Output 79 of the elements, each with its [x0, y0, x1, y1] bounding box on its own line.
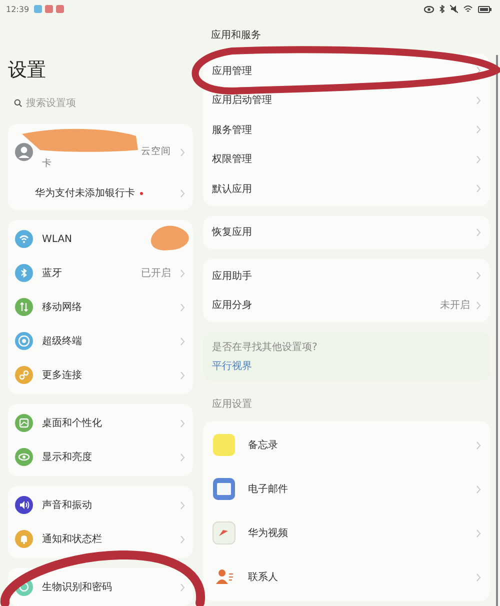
settings-item[interactable]: 应用助手 [203, 261, 490, 290]
chevron-icon [180, 148, 185, 156]
chevron-icon [180, 188, 185, 198]
section-title: 应用和服务 [210, 28, 262, 43]
chevron-icon [180, 452, 185, 462]
account-text: 卡 [42, 158, 52, 170]
page-title: 设置 [8, 58, 47, 82]
memo-icon [212, 433, 236, 457]
suggestion-link[interactable]: 平行视界 [212, 359, 252, 373]
eye-icon [424, 6, 434, 12]
suggestion-text: 是否在寻找其他设置项? [212, 340, 318, 354]
chevron-icon [180, 418, 185, 428]
scrollbar[interactable] [496, 55, 498, 606]
search-field[interactable]: 搜索设置项 [26, 98, 176, 108]
bluetooth-icon [439, 5, 445, 13]
chevron-icon [476, 440, 481, 450]
status-text: 未开启 [440, 298, 470, 312]
link-icon [15, 366, 33, 384]
search-icon [14, 99, 22, 107]
settings-item[interactable]: 显示和亮度 [8, 440, 193, 474]
eye-icon [15, 448, 33, 466]
chevron-icon [180, 336, 185, 346]
bell-icon [15, 530, 33, 548]
chevron-icon [180, 370, 185, 380]
settings-item[interactable]: 华为支付未添加银行卡 [8, 178, 193, 208]
avatar-icon [15, 143, 33, 161]
chevron-icon [476, 96, 481, 105]
chevron-icon [476, 66, 481, 76]
wifi-icon [463, 5, 473, 13]
arrows-icon [15, 298, 33, 316]
settings-item[interactable]: 权限管理 [203, 144, 490, 174]
settings-item[interactable]: 蓝牙 已开启 [8, 256, 193, 290]
settings-item[interactable]: 应用启动管理 [203, 86, 490, 115]
chevron-icon [180, 500, 185, 510]
chevron-icon [180, 268, 185, 278]
chevron-icon [476, 484, 481, 494]
speaker-icon [15, 496, 33, 514]
battery-icon [478, 6, 492, 12]
settings-item[interactable]: 生物识别和密码 [8, 570, 193, 604]
chevron-icon [476, 528, 481, 538]
settings-item[interactable]: 恢复应用 [203, 218, 490, 247]
chevron-icon [476, 572, 481, 582]
ring-icon [15, 332, 33, 350]
chevron-icon [476, 125, 481, 134]
settings-item[interactable]: 应用管理 [203, 56, 490, 86]
settings-item[interactable]: 通知和状态栏 [8, 522, 193, 556]
settings-item[interactable]: 更多连接 [8, 358, 193, 392]
status-text: 已开启 [141, 266, 171, 280]
mail-icon [212, 477, 236, 501]
chevron-icon [476, 228, 481, 237]
app-item[interactable]: 电子邮件 [203, 467, 490, 511]
account-text: 云空间 [141, 146, 171, 158]
chevron-icon [476, 271, 481, 280]
settings-item[interactable]: 默认应用 [203, 174, 490, 204]
redaction-blob [150, 226, 189, 250]
app-item[interactable]: 备忘录 [203, 423, 490, 467]
settings-item[interactable]: 移动网络 [8, 290, 193, 324]
settings-item[interactable]: 桌面和个性化 [8, 406, 193, 440]
settings-item[interactable]: 服务管理 [203, 115, 490, 144]
chevron-icon [476, 184, 481, 194]
app-item[interactable]: 联系人 [203, 555, 490, 599]
chevron-icon [180, 302, 185, 312]
wifi-icon [15, 230, 33, 248]
mute-icon [450, 5, 458, 13]
video-icon [212, 521, 236, 545]
settings-item[interactable]: 声音和振动 [8, 488, 193, 522]
chevron-icon [476, 300, 481, 310]
chevron-icon [180, 534, 185, 544]
settings-item[interactable]: WLAN [8, 222, 193, 256]
settings-item[interactable]: 应用分身 未开启 [203, 290, 490, 320]
chevron-icon [180, 582, 185, 592]
chevron-icon [476, 154, 481, 164]
section-label: 应用设置 [211, 398, 253, 411]
clock-time: 12:39 [6, 4, 30, 14]
bluetooth-icon [15, 264, 33, 282]
settings-item[interactable]: 超级终端 [8, 324, 193, 358]
app-item[interactable]: 华为视频 [203, 511, 490, 555]
picture-frame-icon [15, 414, 33, 432]
notification-icons [34, 5, 64, 13]
